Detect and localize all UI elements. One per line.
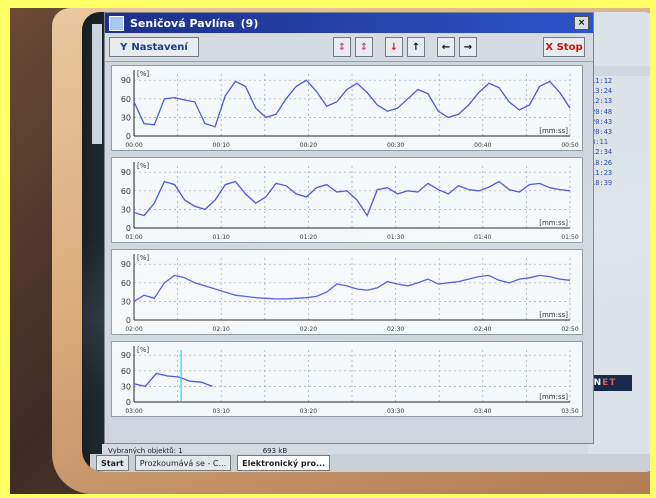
y-tick-label: 60 [121, 367, 131, 376]
y-tick-label: 90 [121, 260, 131, 269]
x-tick-label: 01:20 [300, 234, 317, 241]
app-window: Seničová Pavlína (9) × Y Nastavení ↕ ↕ ↓… [104, 12, 594, 444]
x-tick-label: 02:50 [561, 326, 578, 333]
window-title: Seničová Pavlína [130, 16, 235, 30]
y-tick-label: 0 [126, 316, 131, 325]
x-tick-label: 03:00 [125, 408, 142, 415]
start-button[interactable]: Start [96, 455, 129, 471]
photo-frame: Dno 2000 11:122000 13:242000 12:131999 2… [10, 8, 650, 494]
app-icon [109, 15, 124, 31]
x-tick-label: 00:50 [561, 142, 578, 149]
x-tick-label: 01:10 [213, 234, 230, 241]
monitor-screen: Dno 2000 11:122000 13:242000 12:131999 2… [82, 12, 650, 472]
y-tick-label: 60 [121, 95, 131, 104]
y-unit-label: [%] [137, 162, 149, 170]
explorer-left-strip [92, 24, 102, 144]
x-tick-label: 00:40 [474, 142, 491, 149]
toolbar: Y Nastavení ↕ ↕ ↓ ↑ ← → X Stop [105, 33, 593, 62]
spo2-chart-4: 90 60 30 0 [%] 03:00 03:10 03:20 03:30 03:40 03:50… [121, 346, 579, 415]
spo2-chart-1: 90 60 30 0 [%] 00:00 00:10 00:20 00:30 00:40 00:50… [121, 70, 579, 149]
scroll-left-button[interactable]: ← [437, 37, 455, 57]
taskbar-active-app[interactable]: Elektronický pro... [237, 455, 331, 471]
x-icon: X [545, 41, 554, 53]
x-tick-label: 01:30 [387, 234, 404, 241]
y-tick-label: 0 [126, 132, 131, 141]
x-tick-label: 03:50 [561, 408, 578, 415]
y-tick-label: 60 [121, 187, 131, 196]
y-tick-label: 90 [121, 351, 131, 360]
chart-panel-4: 90 60 30 0 [%] 03:00 03:10 03:20 03:30 03:40 03:50… [111, 341, 583, 417]
scroll-down-button[interactable]: ↓ [385, 37, 403, 57]
chart-panel-1: 90 60 30 0 [%] 00:00 00:10 00:20 00:30 00:40 00:50… [111, 65, 583, 151]
close-button[interactable]: × [574, 16, 589, 30]
x-tick-label: 01:00 [125, 234, 142, 241]
taskbar: Start Prozkoumává se - C... Elektronický… [90, 454, 650, 472]
settings-button[interactable]: Y Nastavení [109, 37, 199, 57]
x-tick-label: 03:20 [300, 408, 317, 415]
x-tick-label: 03:30 [387, 408, 404, 415]
y-tick-label: 30 [121, 382, 131, 391]
y-tick-label: 60 [121, 279, 131, 288]
chart-panel-2: 90 60 30 0 [%] 01:00 01:10 01:20 01:30 01:40 01:50… [111, 157, 583, 243]
y-tick-label: 0 [126, 224, 131, 233]
x-tick-label: 02:30 [387, 326, 404, 333]
spo2-chart-2: 90 60 30 0 [%] 01:00 01:10 01:20 01:30 01:40 01:50… [121, 162, 579, 241]
expand-vertical-button[interactable]: ↕ [333, 37, 351, 57]
x-unit-label: [mm:ss] [539, 311, 568, 319]
wrench-icon: Y [120, 41, 128, 53]
x-tick-label: 02:10 [213, 326, 230, 333]
scroll-up-button[interactable]: ↑ [407, 37, 425, 57]
x-tick-label: 02:20 [300, 326, 317, 333]
x-tick-label: 00:30 [387, 142, 404, 149]
x-unit-label: [mm:ss] [539, 393, 568, 401]
x-tick-label: 01:50 [561, 234, 578, 241]
shrink-vertical-button[interactable]: ↕ [355, 37, 373, 57]
x-tick-label: 01:40 [474, 234, 491, 241]
series-line [133, 372, 213, 388]
x-tick-label: 02:00 [125, 326, 142, 333]
y-unit-label: [%] [137, 346, 149, 354]
x-tick-label: 00:10 [213, 142, 230, 149]
y-tick-label: 0 [126, 398, 131, 407]
y-unit-label: [%] [137, 254, 149, 262]
window-titlebar[interactable]: Seničová Pavlína (9) × [105, 13, 593, 33]
y-tick-label: 90 [121, 76, 131, 85]
scroll-right-button[interactable]: → [459, 37, 477, 57]
x-unit-label: [mm:ss] [539, 127, 568, 135]
window-count: (9) [240, 16, 259, 30]
x-tick-label: 00:20 [300, 142, 317, 149]
stop-button[interactable]: X Stop [543, 37, 585, 57]
y-tick-label: 30 [121, 205, 131, 214]
x-tick-label: 03:40 [474, 408, 491, 415]
x-tick-label: 00:00 [125, 142, 142, 149]
x-unit-label: [mm:ss] [539, 219, 568, 227]
spo2-chart-3: 90 60 30 0 [%] 02:00 02:10 02:20 02:30 02:40 02:50… [121, 254, 579, 333]
x-tick-label: 03:10 [213, 408, 230, 415]
x-tick-label: 02:40 [474, 326, 491, 333]
taskbar-explorer[interactable]: Prozkoumává se - C... [134, 455, 232, 471]
chart-panel-3: 90 60 30 0 [%] 02:00 02:10 02:20 02:30 02:40 02:50… [111, 249, 583, 335]
y-tick-label: 30 [121, 297, 131, 306]
y-tick-label: 30 [121, 113, 131, 122]
y-tick-label: 90 [121, 168, 131, 177]
y-unit-label: [%] [137, 70, 149, 78]
